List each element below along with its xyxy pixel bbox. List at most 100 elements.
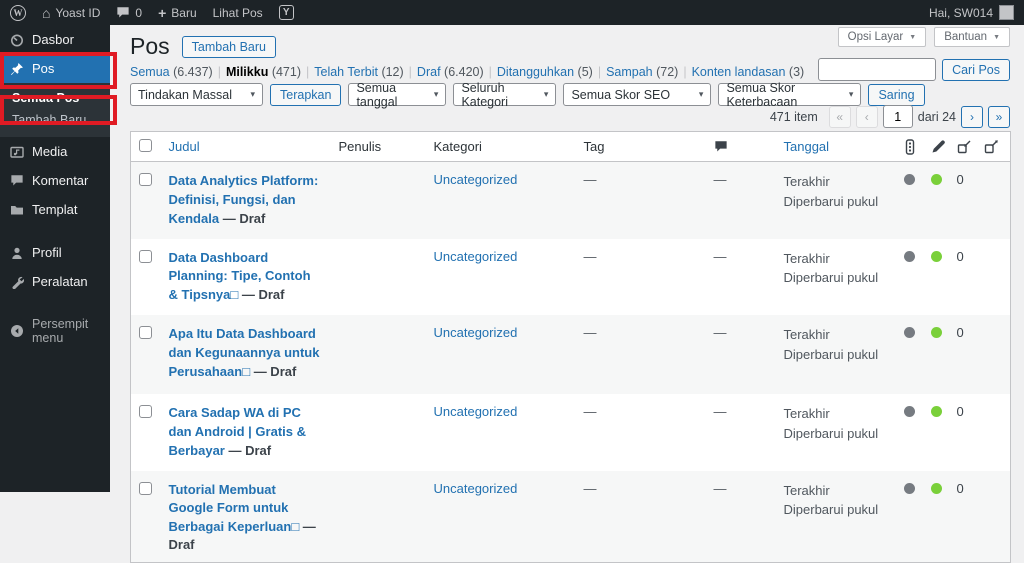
post-row: Tutorial Membuat Google Form untuk Berba… [130, 470, 1011, 563]
row-checkbox[interactable] [139, 405, 152, 419]
column-header-readability [922, 131, 949, 162]
view-draft[interactable]: Draf (6.420) [417, 65, 497, 79]
author-cell [331, 315, 426, 394]
avatar[interactable] [999, 5, 1014, 20]
home-icon: ⌂ [42, 4, 51, 21]
user-icon [12, 247, 22, 259]
chevron-down-icon: ▾ [250, 89, 255, 99]
sidebar-item-dashboard[interactable]: Dasbor [0, 25, 110, 54]
post-title-link[interactable]: Data Dashboard Planning: Tipe, Contoh & … [169, 250, 311, 303]
help-label: Bantuan [944, 31, 988, 43]
row-checkbox[interactable] [139, 481, 152, 495]
last-page-button[interactable]: » [988, 105, 1010, 128]
yoast-icon: Y [278, 5, 294, 20]
category-link[interactable]: Uncategorized [434, 481, 518, 496]
date-cell: Terakhir Diperbarui pukul [783, 406, 879, 441]
next-page-button[interactable]: › [961, 105, 983, 128]
column-header-outgoing-links [975, 131, 1011, 162]
sidebar-item-profile[interactable]: Profil [0, 238, 110, 267]
sidebar-label-tools: Peralatan [32, 274, 88, 289]
row-checkbox[interactable] [139, 249, 152, 263]
view-all[interactable]: Semua (6.437) [130, 65, 226, 79]
readability-pen-icon [932, 140, 945, 153]
date-filter-select[interactable]: Semua tanggal ▾ [348, 81, 447, 109]
total-pages-label: dari 24 [917, 109, 956, 124]
sidebar-item-tools[interactable]: Peralatan [0, 267, 110, 296]
sidebar-label-templates: Templat [32, 202, 78, 217]
sidebar-item-posts[interactable]: Pos [0, 54, 110, 83]
author-cell [331, 162, 426, 239]
sidebar-item-all-posts[interactable]: Semua Pos [0, 87, 110, 109]
post-title-link[interactable]: Tutorial Membuat Google Form untuk Berba… [169, 482, 300, 535]
column-header-date[interactable]: Tanggal [775, 131, 896, 162]
comments-count: 0 [135, 5, 143, 20]
help-button[interactable]: Bantuan ▼ [934, 27, 1010, 47]
column-header-comments [705, 131, 776, 162]
comments-cell: — [713, 325, 727, 341]
collapse-menu-button[interactable]: Persempit menu [0, 310, 110, 352]
column-header-incoming-links [948, 131, 976, 162]
view-mine[interactable]: Milikku (471) [226, 65, 314, 79]
items-count: 471 item [769, 109, 818, 124]
search-posts-input[interactable] [818, 58, 937, 81]
post-state: — Draf [228, 442, 272, 458]
first-page-button[interactable]: « [828, 105, 851, 128]
view-post-link[interactable]: Lihat Pos [213, 6, 263, 20]
post-row: Data Dashboard Planning: Tipe, Contoh & … [131, 239, 1011, 316]
chevron-down-icon: ▾ [543, 89, 549, 99]
sidebar-item-add-new[interactable]: Tambah Baru [0, 109, 110, 131]
comments-admin-link[interactable]: 0 [116, 6, 142, 20]
apply-button[interactable]: Terapkan [270, 83, 342, 106]
add-new-post-button[interactable]: Tambah Baru [181, 35, 276, 58]
view-trash[interactable]: Sampah (72) [606, 65, 692, 79]
post-title-link[interactable]: Apa Itu Data Dashboard dan Kegunaannya u… [169, 326, 320, 379]
sidebar-label-media: Media [32, 144, 68, 159]
view-cornerstone[interactable]: Konten landasan (3) [692, 65, 805, 79]
column-header-tag: Tag [575, 131, 706, 162]
category-filter-select[interactable]: Seluruh Kategori ▾ [453, 81, 557, 109]
new-label: Baru [171, 5, 197, 20]
readability-filter-select[interactable]: Semua Skor Keterbacaan ▾ [718, 81, 862, 109]
filter-button[interactable]: Saring [868, 83, 925, 106]
page-title: Pos [130, 33, 170, 59]
prev-page-button[interactable]: ‹ [855, 105, 878, 128]
tags-cell: — [583, 172, 597, 187]
row-checkbox[interactable] [139, 173, 152, 186]
row-checkbox[interactable] [139, 326, 152, 340]
wordpress-logo-icon: W [10, 4, 26, 21]
view-pending[interactable]: Ditangguhkan (5) [497, 65, 606, 79]
user-greeting[interactable]: Hai, SW014 [929, 6, 993, 20]
sidebar-item-templates[interactable]: Templat [0, 195, 110, 224]
select-all-checkbox[interactable] [139, 139, 152, 152]
bulk-actions-select[interactable]: Tindakan Massal ▾ [130, 83, 263, 106]
admin-bar: W ⌂ Yoast ID 0 + Baru Lihat Pos Y Hai, S… [0, 0, 1024, 25]
links-count: 0 [956, 404, 964, 420]
column-header-title[interactable]: Judul [160, 131, 331, 162]
outgoing-links-icon [984, 140, 998, 154]
seo-score-dot [903, 174, 915, 185]
admin-sidebar: Dasbor Pos Semua Pos Tambah Baru Media K… [0, 25, 110, 492]
pushpin-icon [11, 62, 23, 75]
post-row: Apa Itu Data Dashboard dan Kegunaannya u… [130, 315, 1011, 395]
search-posts-button[interactable]: Cari Pos [942, 58, 1010, 81]
view-published[interactable]: Telah Terbit (12) [314, 65, 417, 79]
wordpress-logo-menu[interactable]: W [10, 4, 26, 21]
comments-cell: — [713, 480, 727, 496]
category-link[interactable]: Uncategorized [434, 172, 518, 187]
readability-score-dot [930, 406, 942, 418]
site-name-link[interactable]: ⌂ Yoast ID [42, 6, 100, 20]
new-content-link[interactable]: + Baru [158, 6, 197, 20]
column-header-author: Penulis [330, 131, 426, 162]
seo-score-filter-select[interactable]: Semua Skor SEO ▾ [563, 83, 712, 106]
sidebar-item-media[interactable]: Media [0, 137, 110, 166]
yoast-admin-menu[interactable]: Y [278, 5, 294, 20]
category-link[interactable]: Uncategorized [434, 249, 518, 264]
screen-options-button[interactable]: Opsi Layar ▼ [837, 27, 927, 47]
current-page-input[interactable] [882, 105, 913, 128]
sidebar-item-comments[interactable]: Komentar [0, 166, 110, 195]
author-cell [331, 239, 426, 316]
category-link[interactable]: Uncategorized [434, 404, 518, 419]
category-link[interactable]: Uncategorized [434, 325, 518, 340]
date-cell: Terakhir Diperbarui pukul [783, 327, 879, 362]
sidebar-label-dashboard: Dasbor [32, 32, 74, 47]
